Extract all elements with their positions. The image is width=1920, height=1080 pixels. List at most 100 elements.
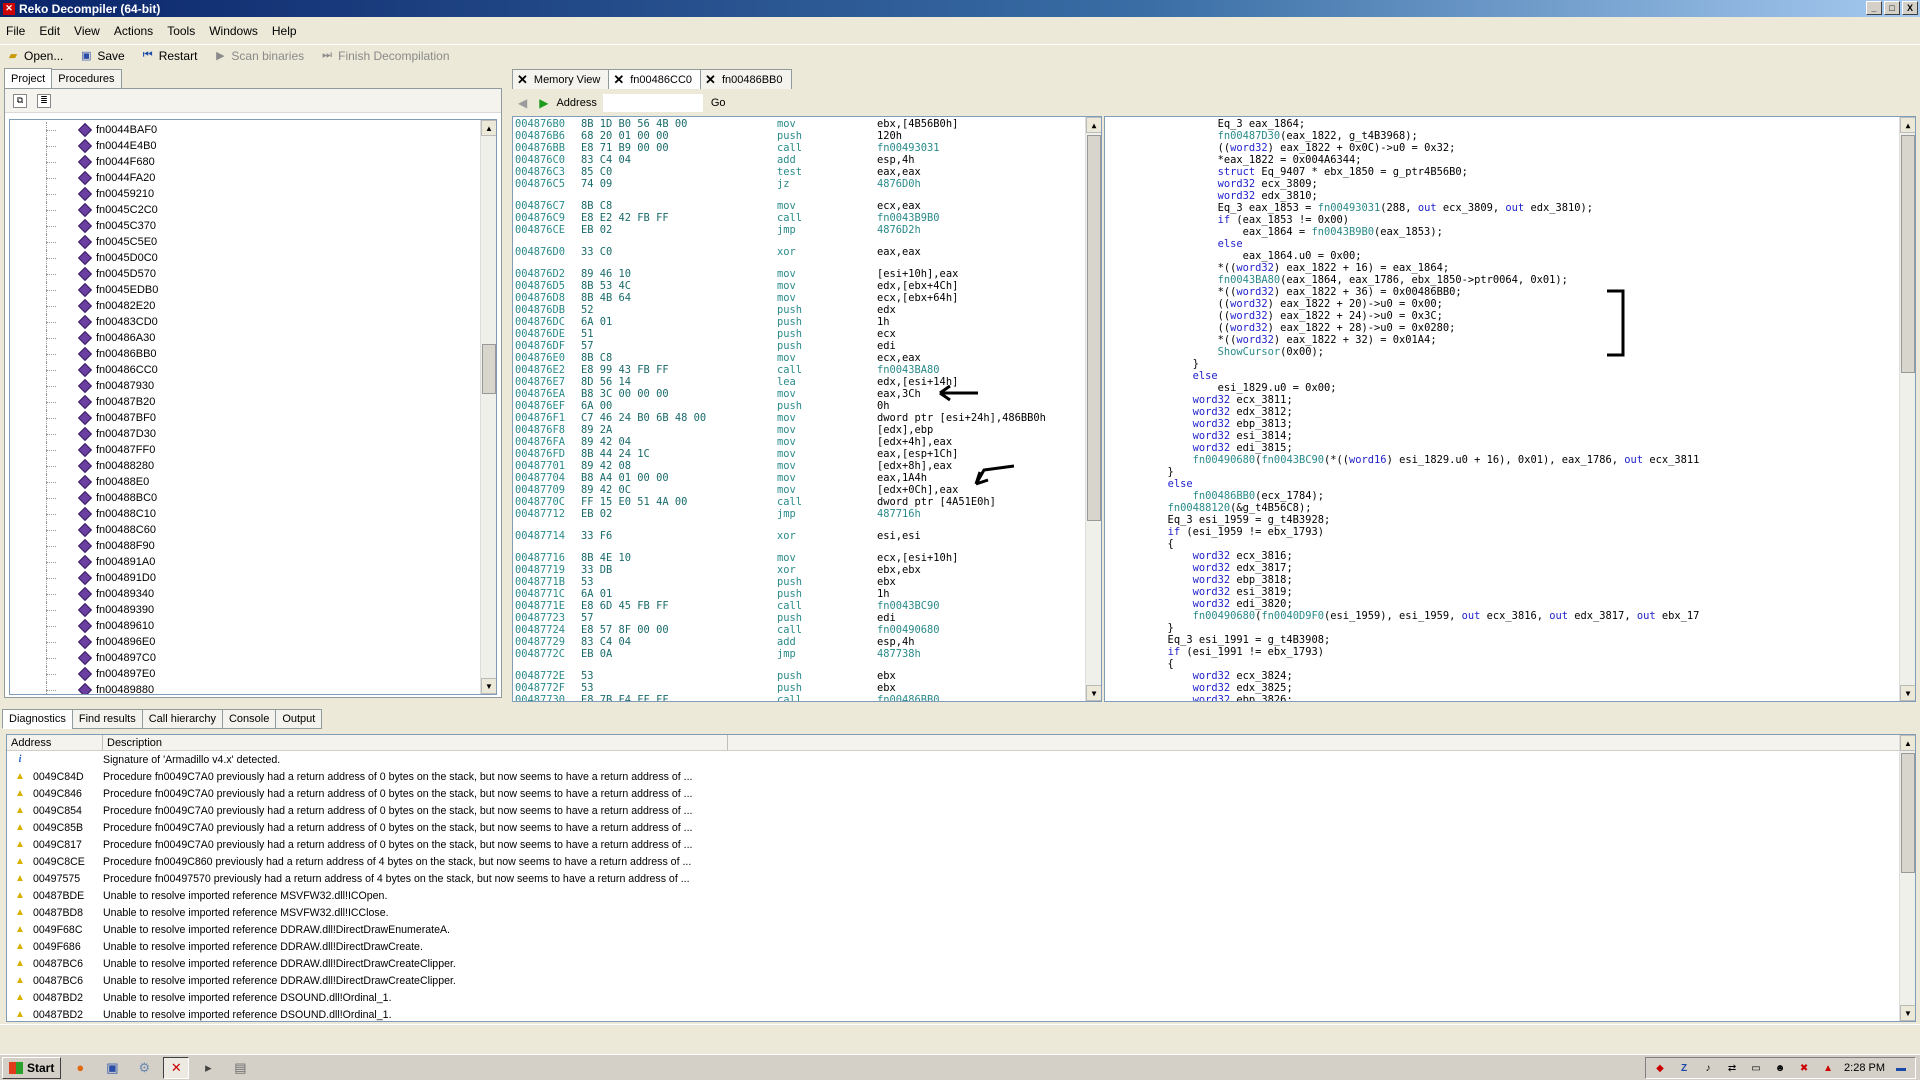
firefox-icon[interactable]: ● bbox=[67, 1057, 93, 1079]
procedure-item[interactable]: fn00489340 bbox=[10, 586, 496, 602]
instruction-address[interactable]: 00487716 bbox=[515, 552, 565, 564]
code-line[interactable]: fn00487D30(eax_1822, g_t4B3968); bbox=[1105, 130, 1915, 142]
scroll-thumb[interactable] bbox=[482, 344, 496, 394]
code-line[interactable]: *((word32) eax_1822 + 16) = eax_1864; bbox=[1105, 262, 1915, 274]
code-line[interactable]: fn00486BB0(ecx_1784); bbox=[1105, 490, 1915, 502]
procedure-item[interactable]: fn004891A0 bbox=[10, 554, 496, 570]
tab-console[interactable]: Console bbox=[221, 709, 277, 729]
properties-icon[interactable]: ≣ bbox=[37, 93, 51, 108]
disassembly-line[interactable]: 004876D0 33 C0 xor eax,eax bbox=[513, 246, 1101, 258]
instruction-address[interactable]: 004876C9 bbox=[515, 212, 565, 224]
diagnostic-row[interactable]: ▲ 00487BDE Unable to resolve imported refe… bbox=[7, 887, 1915, 904]
code-line[interactable]: word32 ecx_3824; bbox=[1105, 670, 1915, 682]
instruction-address[interactable]: 0048770C bbox=[515, 496, 565, 508]
instruction-address[interactable]: 0048771B bbox=[515, 576, 565, 588]
code-line[interactable]: } bbox=[1105, 358, 1915, 370]
disassembly-line[interactable]: 0048771B 53 push ebx bbox=[513, 576, 1101, 588]
procedure-item[interactable]: fn0044BAF0 bbox=[10, 122, 496, 138]
disassembly-line[interactable]: 004876FA 89 42 04 mov [edx+4h],eax bbox=[513, 436, 1101, 448]
disassembly-line[interactable]: 004876B0 8B 1D B0 56 4B 00 mov ebx,[4B56B0h… bbox=[513, 118, 1101, 130]
instruction-address[interactable]: 004876D2 bbox=[515, 268, 565, 280]
disassembly-line[interactable]: 0048772F 53 push ebx bbox=[513, 682, 1101, 694]
instruction-address[interactable]: 004876DE bbox=[515, 328, 565, 340]
user-icon[interactable]: ☻ bbox=[1772, 1061, 1788, 1075]
instruction-address[interactable]: 004876C0 bbox=[515, 154, 565, 166]
pdf-icon[interactable]: ◆ bbox=[1652, 1061, 1668, 1075]
code-line[interactable]: ShowCursor(0x00); bbox=[1105, 346, 1915, 358]
code-line[interactable]: else bbox=[1105, 478, 1915, 490]
instruction-address[interactable]: 004876F8 bbox=[515, 424, 565, 436]
menu-file[interactable]: File bbox=[6, 24, 25, 38]
disassembly-line[interactable]: 004876F8 89 2A mov [edx],ebp bbox=[513, 424, 1101, 436]
instruction-address[interactable]: 00487714 bbox=[515, 530, 565, 542]
instruction-address[interactable]: 004876C3 bbox=[515, 166, 565, 178]
scroll-up-arrow[interactable]: ▲ bbox=[1900, 735, 1915, 751]
disassembly-line[interactable]: 0048771C 6A 01 push 1h bbox=[513, 588, 1101, 600]
code-line[interactable]: Eq_3 eax_1864; bbox=[1105, 118, 1915, 130]
instruction-address[interactable]: 00487712 bbox=[515, 508, 565, 520]
procedure-item[interactable]: fn00488E0 bbox=[10, 474, 496, 490]
instruction-address[interactable]: 004876E0 bbox=[515, 352, 565, 364]
diagnostic-row[interactable]: ▲ 00487BD2 Unable to resolve imported refe… bbox=[7, 989, 1915, 1006]
settings-icon[interactable]: ⚙ bbox=[131, 1057, 157, 1079]
instruction-address[interactable]: 0048771E bbox=[515, 600, 565, 612]
notification-icon[interactable]: ▬ bbox=[1893, 1061, 1909, 1075]
procedure-item[interactable]: fn004897E0 bbox=[10, 666, 496, 682]
close-tab-icon[interactable]: ✕ bbox=[705, 72, 716, 88]
procedure-item[interactable]: fn00487BF0 bbox=[10, 410, 496, 426]
instruction-address[interactable]: 0048771C bbox=[515, 588, 565, 600]
instruction-address[interactable]: 004876FD bbox=[515, 448, 565, 460]
scroll-down-arrow[interactable]: ▼ bbox=[1086, 685, 1101, 701]
code-line[interactable]: word32 edx_3817; bbox=[1105, 562, 1915, 574]
finish-decompilation-button[interactable]: ⏭ Finish Decompilation bbox=[320, 49, 449, 63]
forward-arrow-icon[interactable]: ▶ bbox=[539, 96, 548, 110]
instruction-operands[interactable]: 4876D0h bbox=[877, 178, 921, 190]
diagnostic-row[interactable]: ▲ 0049F686 Unable to resolve imported refe… bbox=[7, 938, 1915, 955]
alert-icon[interactable]: ▲ bbox=[1820, 1061, 1836, 1075]
disassembly-line[interactable]: 004876D2 89 46 10 mov [esi+10h],eax bbox=[513, 268, 1101, 280]
code-line[interactable]: word32 edx_3810; bbox=[1105, 190, 1915, 202]
instruction-address[interactable]: 00487709 bbox=[515, 484, 565, 496]
procedure-item[interactable]: fn00483CD0 bbox=[10, 314, 496, 330]
code-line[interactable]: fn00490680(fn0040D9F0(esi_1959), esi_195… bbox=[1105, 610, 1915, 622]
disassembly-line[interactable]: 004876C3 85 C0 test eax,eax bbox=[513, 166, 1101, 178]
diagnostic-row[interactable]: ▲ 00487BC6 Unable to resolve imported refe… bbox=[7, 955, 1915, 972]
procedure-item[interactable]: fn00487B20 bbox=[10, 394, 496, 410]
procedure-item[interactable]: fn0045C370 bbox=[10, 218, 496, 234]
disassembly-line[interactable]: 004876BB E8 71 B9 00 00 call fn00493031 bbox=[513, 142, 1101, 154]
instruction-address[interactable]: 004876CE bbox=[515, 224, 565, 236]
menu-tools[interactable]: Tools bbox=[167, 24, 195, 38]
code-line[interactable]: word32 edi_3820; bbox=[1105, 598, 1915, 610]
instruction-address[interactable]: 00487730 bbox=[515, 694, 565, 701]
instruction-address[interactable]: 00487719 bbox=[515, 564, 565, 576]
code-line[interactable]: fn00488120(&g_t4B56C8); bbox=[1105, 502, 1915, 514]
code-scrollbar[interactable]: ▲ ▼ bbox=[1899, 117, 1915, 701]
code-line[interactable]: { bbox=[1105, 538, 1915, 550]
disassembly-line[interactable]: 00487719 33 DB xor ebx,ebx bbox=[513, 564, 1101, 576]
disassembly-line[interactable]: 004876CE EB 02 jmp 4876D2h bbox=[513, 224, 1101, 236]
disassembly-line[interactable]: 004876EF 6A 00 push 0h bbox=[513, 400, 1101, 412]
scroll-thumb[interactable] bbox=[1901, 753, 1915, 873]
menu-edit[interactable]: Edit bbox=[39, 24, 60, 38]
instruction-address[interactable]: 004876D0 bbox=[515, 246, 565, 258]
procedure-item[interactable]: fn0044F680 bbox=[10, 154, 496, 170]
column-address[interactable]: Address bbox=[7, 735, 103, 750]
code-line[interactable]: word32 esi_3814; bbox=[1105, 430, 1915, 442]
tab-call-hierarchy[interactable]: Call hierarchy bbox=[141, 709, 223, 729]
code-line[interactable]: ((word32) eax_1822 + 20)->u0 = 0x00; bbox=[1105, 298, 1915, 310]
instruction-address[interactable]: 004876D8 bbox=[515, 292, 565, 304]
procedure-item[interactable]: fn004897C0 bbox=[10, 650, 496, 666]
scroll-up-arrow[interactable]: ▲ bbox=[481, 120, 496, 136]
diagnostic-row[interactable]: i Signature of 'Armadillo v4.x' detected. bbox=[7, 751, 1915, 768]
menu-actions[interactable]: Actions bbox=[114, 24, 153, 38]
instruction-address[interactable]: 004876C5 bbox=[515, 178, 565, 190]
diagnostic-row[interactable]: ▲ 00487BD8 Unable to resolve imported refe… bbox=[7, 904, 1915, 921]
instruction-address[interactable]: 004876E7 bbox=[515, 376, 565, 388]
scroll-thumb[interactable] bbox=[1901, 135, 1915, 373]
disassembly-line[interactable]: 0048772E 53 push ebx bbox=[513, 670, 1101, 682]
instruction-address[interactable]: 00487729 bbox=[515, 636, 565, 648]
disassembly-line[interactable]: 0048772C EB 0A jmp 487738h bbox=[513, 648, 1101, 660]
diagnostic-row[interactable]: ▲ 0049C854 Procedure fn0049C7A0 previously… bbox=[7, 802, 1915, 819]
disassembly-line[interactable]: 004876E0 8B C8 mov ecx,eax bbox=[513, 352, 1101, 364]
diagnostics-scrollbar[interactable]: ▲ ▼ bbox=[1899, 735, 1915, 1021]
